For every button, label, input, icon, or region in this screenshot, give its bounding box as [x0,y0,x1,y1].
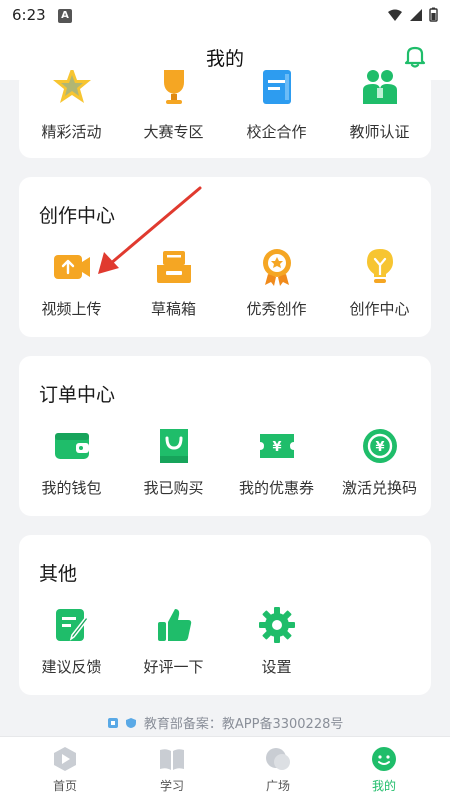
grid-item-activities[interactable]: 精彩活动 [20,70,123,142]
notebook-icon [262,70,291,104]
page-title: 我的 [205,48,244,70]
order-center-title: 订单中心 [39,384,116,406]
icp-registration: 教育部备案：教APP备3300228号 [0,713,450,732]
signal-icon [410,8,422,21]
creation-center-card: 创作中心 视频上传 草稿箱 优秀创作 创作中心 [19,177,431,337]
grid-item-drafts[interactable]: 草稿箱 [122,247,225,319]
notification-bell-icon[interactable] [402,43,428,69]
creation-center-title: 创作中心 [39,205,116,227]
star-icon [52,70,91,103]
coupon-icon: ¥ [259,434,294,458]
registration-badge-icon [107,718,118,728]
grid-item-teacher-cert[interactable]: 教师认证 [328,70,431,142]
grid-item-rate-us[interactable]: 好评一下 [122,605,225,677]
wallet-icon [54,433,89,459]
profile-smile-icon [372,747,396,771]
grid-item-creation-center[interactable]: 创作中心 [328,247,431,319]
home-play-icon [54,747,76,771]
gear-icon [258,607,295,643]
feedback-icon [55,609,89,641]
draft-box-icon [156,251,191,283]
chat-bubbles-icon [266,748,290,770]
shield-icon [125,718,136,728]
battery-icon [429,7,438,22]
activities-card: 精彩活动 大赛专区 校企合作 教师认证 [19,70,431,158]
registration-text: 教育部备案：教APP备3300228号 [143,717,344,732]
order-center-card: 订单中心 我的钱包 我已购买 ¥ 我的优惠券 ¥ 激活兑换码 [19,356,431,516]
grid-item-video-upload[interactable]: 视频上传 [20,247,123,319]
award-icon [262,249,291,286]
tab-home[interactable]: 首页 [25,745,105,794]
other-card: 其他 建议反馈 好评一下 设置 [19,535,431,695]
thumbs-up-icon [157,609,191,641]
tab-mine[interactable]: 我的 [344,745,424,794]
redeem-code-icon: ¥ [362,429,397,463]
book-icon [160,749,184,770]
grid-item-coupons[interactable]: ¥ 我的优惠券 [225,426,328,498]
app-notification-icon: A [58,9,72,23]
video-upload-icon [53,255,90,279]
status-indicators [387,7,438,22]
grid-item-settings[interactable]: 设置 [225,605,328,677]
lightbulb-icon [366,249,393,283]
trophy-icon [163,70,184,104]
svg-text:¥: ¥ [272,440,281,455]
status-bar: 6:23 A [0,0,450,32]
grid-item-feedback[interactable]: 建议反馈 [20,605,123,677]
grid-item-wallet[interactable]: 我的钱包 [20,426,123,498]
grid-item-purchased[interactable]: 我已购买 [122,426,225,498]
tab-square[interactable]: 广场 [238,745,318,794]
other-title: 其他 [39,563,78,585]
grid-item-school-enterprise[interactable]: 校企合作 [225,70,328,142]
bottom-tab-bar: 首页 学习 广场 我的 [0,736,450,800]
grid-item-competition[interactable]: 大赛专区 [122,70,225,142]
svg-text:¥: ¥ [375,440,384,455]
teacher-icon [362,70,397,104]
wifi-icon [388,9,402,21]
shopping-bag-icon [159,429,188,463]
status-time: 6:23 [12,6,46,24]
grid-item-excellent-works[interactable]: 优秀创作 [225,247,328,319]
tab-study[interactable]: 学习 [132,745,212,794]
grid-item-redeem-code[interactable]: ¥ 激活兑换码 [328,426,431,498]
